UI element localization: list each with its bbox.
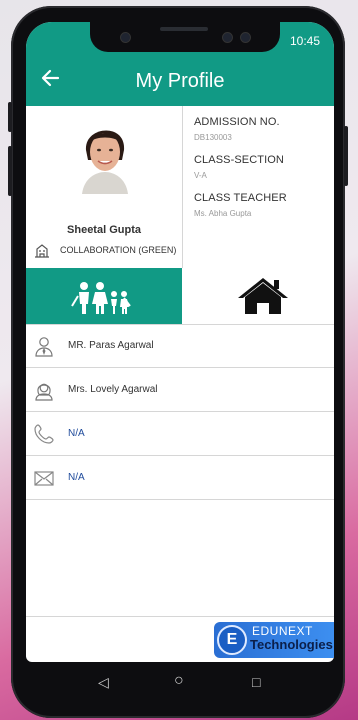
nav-back-button[interactable]: ◁ (98, 674, 109, 691)
contact-row-mother: Mrs. Lovely Agarwal (26, 368, 334, 412)
profile-tabs (26, 268, 334, 325)
phone-icon (34, 423, 54, 444)
contact-row-father: MR. Paras Agarwal (26, 324, 334, 368)
brand-emblem: E (217, 625, 247, 655)
class-teacher-value: Ms. Abha Gupta (194, 209, 252, 218)
volume-down-button (8, 146, 12, 196)
brand-name-line1: EDUNEXT (252, 624, 313, 638)
mother-icon (35, 383, 53, 401)
building-icon (35, 244, 49, 258)
volume-up-button (8, 102, 12, 132)
power-button (344, 126, 348, 186)
mother-name: Mrs. Lovely Agarwal (68, 384, 158, 395)
screen: 10:45 My Profile Sheetal Gupta COLLABORA… (26, 22, 334, 662)
nav-home-button[interactable]: ○ (174, 672, 184, 690)
edunext-logo: E EDUNEXT Technologies (214, 622, 334, 658)
mail-icon (34, 470, 54, 486)
status-bar: 10:45 (26, 22, 334, 58)
student-info: ADMISSION NO. DB130003 CLASS-SECTION V-A… (194, 116, 334, 230)
admission-label: ADMISSION NO. (194, 116, 280, 128)
speaker-grille (160, 27, 208, 31)
nav-recents-button[interactable]: □ (252, 674, 260, 690)
family-icon (71, 282, 131, 314)
tab-family[interactable] (26, 268, 182, 324)
email-value[interactable]: N/A (68, 472, 85, 483)
status-time: 10:45 (289, 34, 320, 48)
footer-divider (26, 616, 334, 617)
system-navigation-bar: ◁ ○ □ (26, 662, 334, 706)
house-label: COLLABORATION (GREEN) (60, 245, 177, 255)
house-info: COLLABORATION (GREEN) (34, 242, 176, 258)
camera-dot (120, 32, 131, 43)
brand-letter: E (226, 631, 238, 648)
home-icon (238, 278, 288, 314)
father-name: MR. Paras Agarwal (68, 340, 154, 351)
phone-value[interactable]: N/A (68, 428, 85, 439)
page-title: My Profile (135, 70, 225, 92)
class-teacher-label: CLASS TEACHER (194, 192, 287, 204)
phone-frame: 10:45 My Profile Sheetal Gupta COLLABORA… (8, 6, 348, 718)
app-bar: My Profile (26, 58, 334, 106)
sensor-dot (222, 32, 233, 43)
tab-home[interactable] (182, 268, 334, 324)
contact-row-email[interactable]: N/A (26, 456, 334, 500)
contact-row-phone[interactable]: N/A (26, 412, 334, 456)
admission-value: DB130003 (194, 133, 232, 142)
student-photo (78, 114, 132, 194)
brand-name-line2: Technologies (250, 637, 333, 652)
class-section-label: CLASS-SECTION (194, 154, 284, 166)
class-section-value: V-A (194, 171, 207, 180)
profile-photo-column: Sheetal Gupta COLLABORATION (GREEN) (26, 106, 183, 268)
father-icon (35, 336, 53, 357)
camera-dot-2 (240, 32, 251, 43)
profile-card: Sheetal Gupta COLLABORATION (GREEN) ADMI… (26, 106, 334, 269)
notch (90, 22, 280, 52)
student-name: Sheetal Gupta (67, 224, 141, 236)
